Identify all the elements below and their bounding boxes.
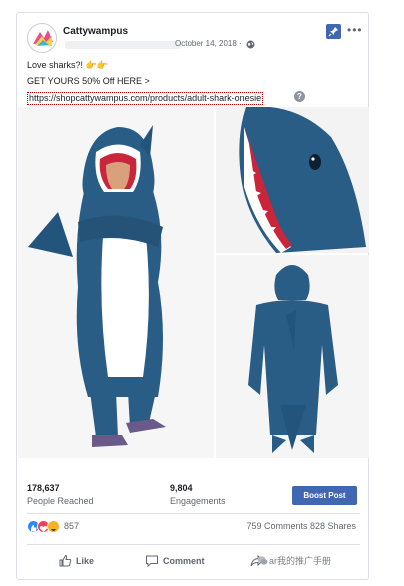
pin-icon[interactable] xyxy=(326,24,341,39)
like-label: Like xyxy=(76,556,95,566)
page-avatar[interactable] xyxy=(27,23,57,53)
comments-shares-count[interactable]: 759 Comments 828 Shares xyxy=(246,521,356,531)
globe-icon xyxy=(246,40,255,49)
product-link[interactable]: https://shopcattywampus.com/products/adu… xyxy=(27,92,264,105)
haha-reaction-icon xyxy=(47,520,60,533)
post-text-line-2: GET YOURS 50% Off HERE > xyxy=(27,76,150,86)
post-text-line-1: Love sharks?! 👉👉 xyxy=(27,60,108,70)
photo-shark-onesie-back[interactable] xyxy=(216,255,369,458)
comment-icon xyxy=(146,555,158,568)
people-reached-value: 178,637 xyxy=(27,483,60,493)
page-name[interactable]: Cattywampus xyxy=(63,26,128,37)
divider xyxy=(27,513,360,514)
reaction-count: 857 xyxy=(64,521,80,531)
blurred-subtitle xyxy=(65,41,181,49)
post-header: Cattywampus October 14, 2018 · ••• xyxy=(17,13,368,57)
comment-label: Comment xyxy=(163,556,205,566)
engagements-label: Engagements xyxy=(170,496,226,506)
boost-post-button[interactable]: Boost Post xyxy=(292,486,357,505)
people-reached-label: People Reached xyxy=(27,496,94,506)
post-card: Cattywampus October 14, 2018 · ••• Love … xyxy=(16,12,369,580)
divider xyxy=(27,544,360,545)
help-icon[interactable]: ? xyxy=(294,91,305,102)
engagements-value: 9,804 xyxy=(170,483,193,493)
wechat-icon xyxy=(257,556,268,565)
post-date[interactable]: October 14, 2018 · xyxy=(175,39,242,48)
like-icon xyxy=(59,554,72,567)
more-icon[interactable]: ••• xyxy=(347,24,363,36)
watermark-text: ar我的推广手册 xyxy=(269,556,332,566)
photo-shark-head-closeup[interactable] xyxy=(216,107,369,253)
photo-shark-onesie-front[interactable] xyxy=(18,107,214,458)
